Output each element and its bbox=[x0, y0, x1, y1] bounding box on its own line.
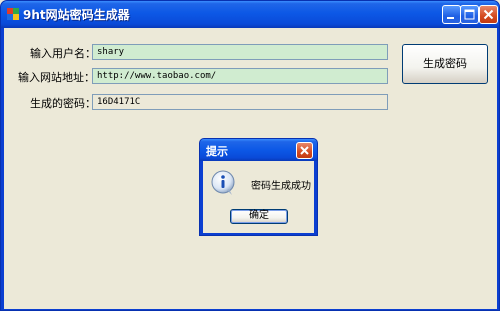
username-label: 输入用户名： bbox=[30, 47, 96, 60]
dialog-title-bar[interactable]: 提示 bbox=[200, 139, 317, 161]
dialog-close-button[interactable] bbox=[296, 142, 313, 159]
window-title: 9ht网站密码生成器 bbox=[23, 8, 130, 22]
password-output[interactable]: 16D4171C bbox=[92, 94, 388, 110]
dialog-title: 提示 bbox=[206, 145, 228, 158]
maximize-icon bbox=[464, 9, 475, 20]
maximize-button[interactable] bbox=[460, 5, 479, 24]
ok-button[interactable]: 确定 bbox=[230, 209, 288, 224]
dialog-message: 密码生成成功 bbox=[251, 181, 311, 192]
website-input[interactable]: http://www.taobao.com/ bbox=[92, 68, 388, 84]
password-label: 生成的密码： bbox=[30, 97, 96, 110]
username-input[interactable]: shary bbox=[92, 44, 388, 60]
close-icon bbox=[483, 9, 494, 20]
minimize-button[interactable] bbox=[442, 5, 461, 24]
main-window: 9ht网站密码生成器 输入用户名： shary 输入网站地址： http://w… bbox=[0, 0, 500, 311]
close-button[interactable] bbox=[479, 5, 498, 24]
app-icon bbox=[7, 8, 19, 20]
message-dialog: 提示 密码生成成功 确定 bbox=[199, 138, 318, 236]
website-label: 输入网站地址： bbox=[18, 71, 95, 84]
info-icon bbox=[211, 170, 235, 195]
dialog-body: 密码生成成功 确定 bbox=[203, 161, 314, 233]
minimize-icon bbox=[447, 17, 454, 19]
generate-password-button[interactable]: 生成密码 bbox=[402, 44, 488, 84]
close-icon bbox=[300, 146, 309, 155]
title-bar[interactable]: 9ht网站密码生成器 bbox=[1, 1, 499, 28]
